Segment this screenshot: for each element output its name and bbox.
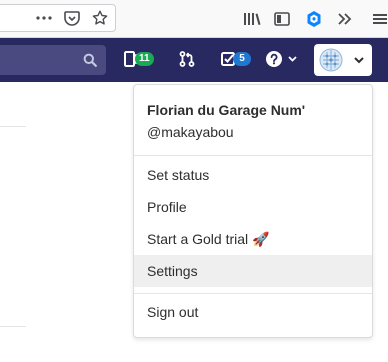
gold-trial-item[interactable]: Start a Gold trial 🚀	[134, 223, 372, 255]
browser-toolbar	[0, 0, 388, 38]
overflow-chevrons-icon[interactable]	[335, 10, 355, 28]
user-username: @makayabou	[147, 124, 234, 140]
user-display-name: Florian du Garage Num'	[147, 102, 306, 118]
page-actions-icon[interactable]	[34, 11, 54, 25]
extension-icon[interactable]	[304, 9, 324, 29]
help-menu-button[interactable]	[266, 51, 297, 67]
issues-nav-button[interactable]: 11	[124, 51, 154, 67]
search-input[interactable]	[0, 45, 106, 75]
merge-request-icon	[179, 51, 195, 67]
content-divider	[0, 326, 26, 327]
user-menu-chevron-down-icon	[354, 56, 364, 64]
menu-divider	[134, 155, 372, 156]
menu-divider	[134, 293, 372, 294]
help-icon	[266, 51, 282, 67]
issues-count-badge: 11	[135, 52, 154, 66]
avatar	[319, 48, 343, 72]
settings-item[interactable]: Settings	[134, 255, 372, 287]
user-menu-toggle[interactable]	[314, 44, 372, 76]
todos-nav-button[interactable]: 5	[221, 51, 251, 67]
todos-count-badge: 5	[233, 52, 251, 66]
set-status-item[interactable]: Set status	[134, 159, 372, 191]
sign-out-item[interactable]: Sign out	[134, 296, 372, 328]
pocket-icon[interactable]	[62, 9, 82, 27]
content-divider	[0, 126, 26, 127]
bookmark-star-icon[interactable]	[90, 9, 110, 27]
user-dropdown-menu: Florian du Garage Num' @makayabou Set st…	[133, 84, 373, 338]
hamburger-menu-icon[interactable]	[372, 10, 388, 28]
url-bar[interactable]	[0, 4, 116, 32]
sidebar-icon[interactable]	[272, 10, 292, 28]
library-icon[interactable]	[242, 10, 262, 28]
help-chevron-down-icon	[288, 56, 297, 62]
search-icon	[82, 52, 98, 68]
merge-requests-nav-button[interactable]	[179, 51, 195, 67]
profile-item[interactable]: Profile	[134, 191, 372, 223]
